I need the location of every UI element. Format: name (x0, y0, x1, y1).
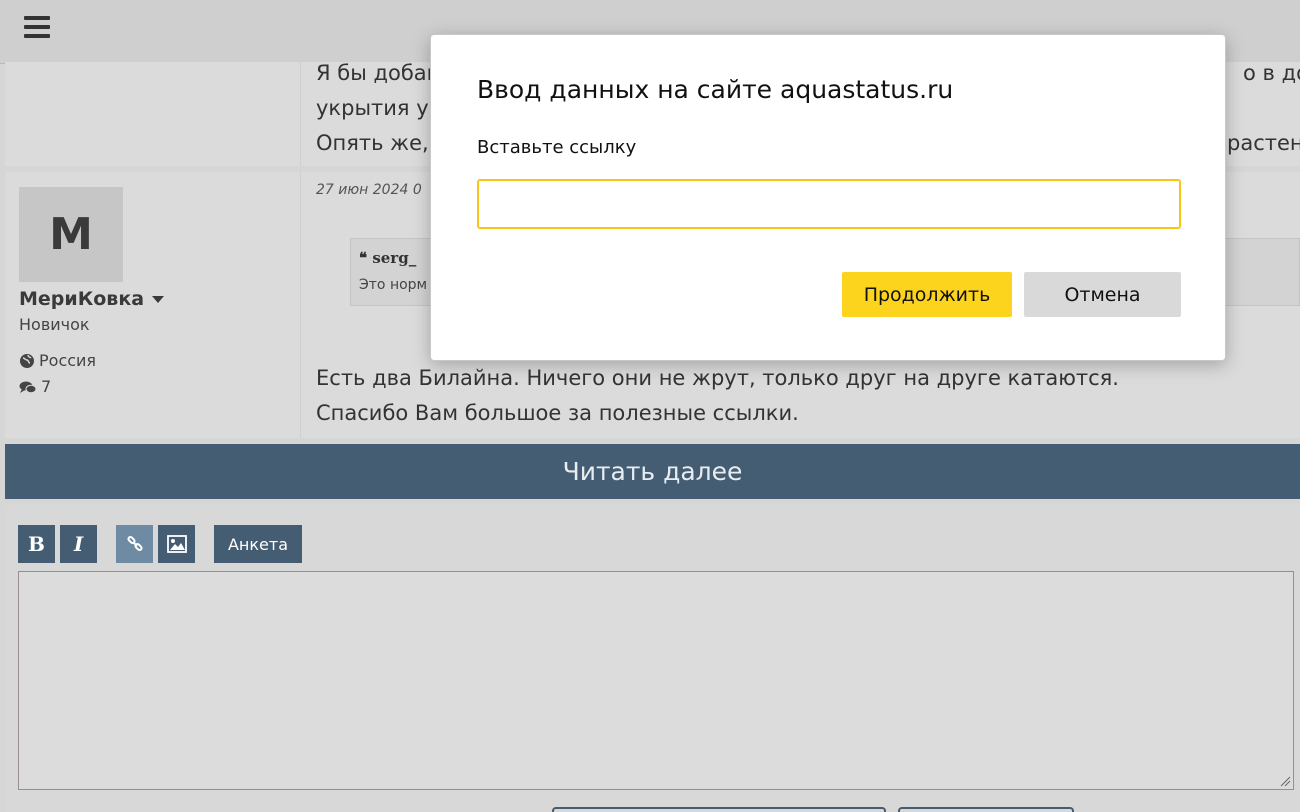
post-line: о в дом (1243, 61, 1300, 85)
link-icon (126, 535, 143, 552)
comments-icon (19, 381, 37, 393)
quote-icon: ❝ (359, 249, 368, 267)
post-body: Я бы добав укрытия у Опять же, (316, 56, 439, 161)
read-more-button[interactable]: Читать далее (5, 444, 1300, 499)
dialog-title: Ввод данных на сайте aquastatus.ru (477, 75, 954, 104)
post-body: Есть два Билайна. Ничего они не жрут, то… (316, 361, 1119, 431)
quote-text: Это норм (359, 277, 428, 293)
quote-author: ❝ serg_ (359, 249, 416, 267)
post-line: Опять же, (316, 131, 429, 155)
post-line: Спасибо Вам большое за полезные ссылки. (316, 401, 799, 425)
globe-icon (20, 353, 34, 368)
reply-textarea[interactable] (18, 571, 1294, 790)
post-author-column (5, 62, 301, 166)
username-text[interactable]: МериКовка (19, 288, 144, 310)
post-line: укрытия у (316, 96, 429, 120)
username[interactable]: МериКовка (19, 288, 165, 310)
country-text: Россия (39, 351, 97, 370)
avatar[interactable]: М (19, 187, 123, 282)
post-author-column: М МериКовка Новичок Россия 7 (5, 172, 301, 438)
user-post-count: 7 (19, 377, 51, 396)
user-rank: Новичок (19, 315, 90, 334)
preview-button-edge[interactable] (898, 807, 1074, 812)
hamburger-menu-icon[interactable] (24, 16, 50, 38)
italic-button[interactable]: I (60, 525, 97, 563)
post-count-text: 7 (41, 377, 52, 396)
image-icon (166, 535, 187, 553)
insert-link-button[interactable] (116, 525, 153, 563)
caret-down-icon[interactable] (152, 295, 165, 303)
post-date: 27 июн 2024 0 (316, 182, 422, 198)
link-input[interactable] (477, 179, 1181, 229)
bold-button[interactable]: B (18, 525, 55, 563)
post-line: Я бы добав (316, 61, 440, 85)
post-body-right-fragment: о в дом (1243, 56, 1300, 126)
form-button[interactable]: Анкета (214, 525, 302, 563)
input-dialog: Ввод данных на сайте aquastatus.ru Встав… (430, 34, 1226, 361)
user-country: Россия (19, 351, 96, 370)
continue-button[interactable]: Продолжить (842, 272, 1012, 317)
insert-image-button[interactable] (158, 525, 195, 563)
post-line: Есть два Билайна. Ничего они не жрут, то… (316, 366, 1119, 390)
resize-handle-icon[interactable] (1279, 775, 1291, 787)
cancel-button[interactable]: Отмена (1024, 272, 1181, 317)
quote-author-name: serg_ (372, 249, 417, 267)
post-line: растен (1227, 131, 1300, 155)
dialog-label: Вставьте ссылку (477, 137, 637, 158)
submit-button-edge[interactable] (552, 807, 886, 812)
post-body-right-fragment: растен (1227, 126, 1300, 161)
reply-editor: B I Анкета (5, 505, 1300, 812)
